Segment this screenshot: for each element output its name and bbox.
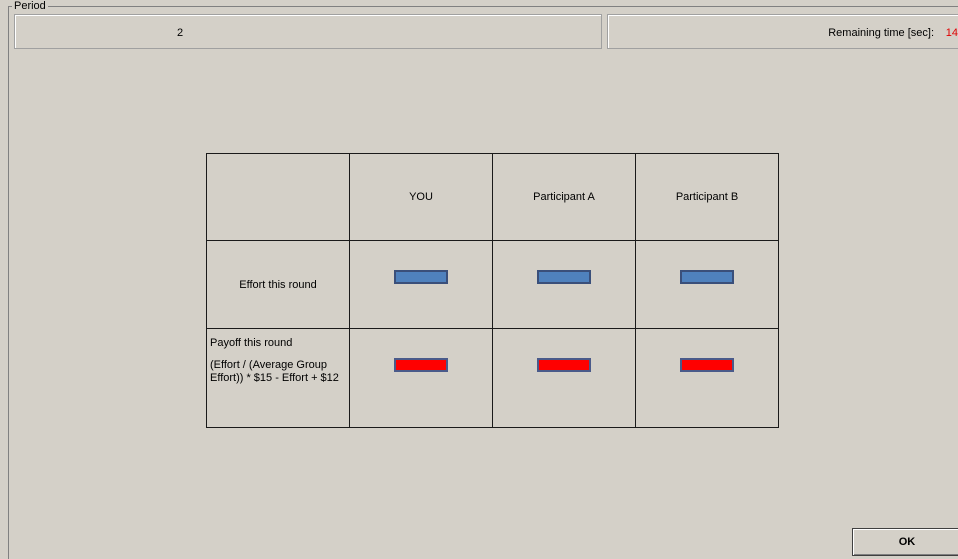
period-value: 2 <box>177 27 184 39</box>
effort-row: Effort this round <box>206 240 779 329</box>
table-corner-cell <box>206 153 350 241</box>
effort-row-label: Effort this round <box>206 240 350 329</box>
payoff-cell-you <box>349 328 493 428</box>
effort-bar-you <box>394 270 448 284</box>
period-frame-label: Period <box>12 0 48 12</box>
effort-bar-participant-a <box>537 270 591 284</box>
payoff-row: Payoff this round (Effort / (Average Gro… <box>206 328 779 428</box>
column-header-participant-b: Participant B <box>635 153 779 241</box>
effort-cell-participant-a <box>492 240 636 329</box>
effort-payoff-table: YOU Participant A Participant B Effort t… <box>206 153 779 428</box>
period-panel: 2 <box>14 14 602 49</box>
effort-bar-participant-b <box>680 270 734 284</box>
column-header-participant-a: Participant A <box>492 153 636 241</box>
payoff-formula: (Effort / (Average Group Effort)) * $15 … <box>210 359 339 384</box>
payoff-row-label: Payoff this round (Effort / (Average Gro… <box>206 328 350 428</box>
remaining-time-panel: Remaining time [sec]: 14 <box>607 14 958 49</box>
payoff-bar-you <box>394 358 448 372</box>
effort-cell-participant-b <box>635 240 779 329</box>
payoff-bar-participant-b <box>680 358 734 372</box>
payoff-bar-participant-a <box>537 358 591 372</box>
ok-button[interactable]: OK <box>852 528 958 556</box>
remaining-time-value: 14 <box>945 27 958 39</box>
table-header-row: YOU Participant A Participant B <box>206 153 779 241</box>
remaining-time-label: Remaining time [sec]: <box>828 27 934 39</box>
payoff-cell-participant-b <box>635 328 779 428</box>
effort-cell-you <box>349 240 493 329</box>
column-header-you: YOU <box>349 153 493 241</box>
payoff-title: Payoff this round <box>210 337 293 349</box>
payoff-cell-participant-a <box>492 328 636 428</box>
